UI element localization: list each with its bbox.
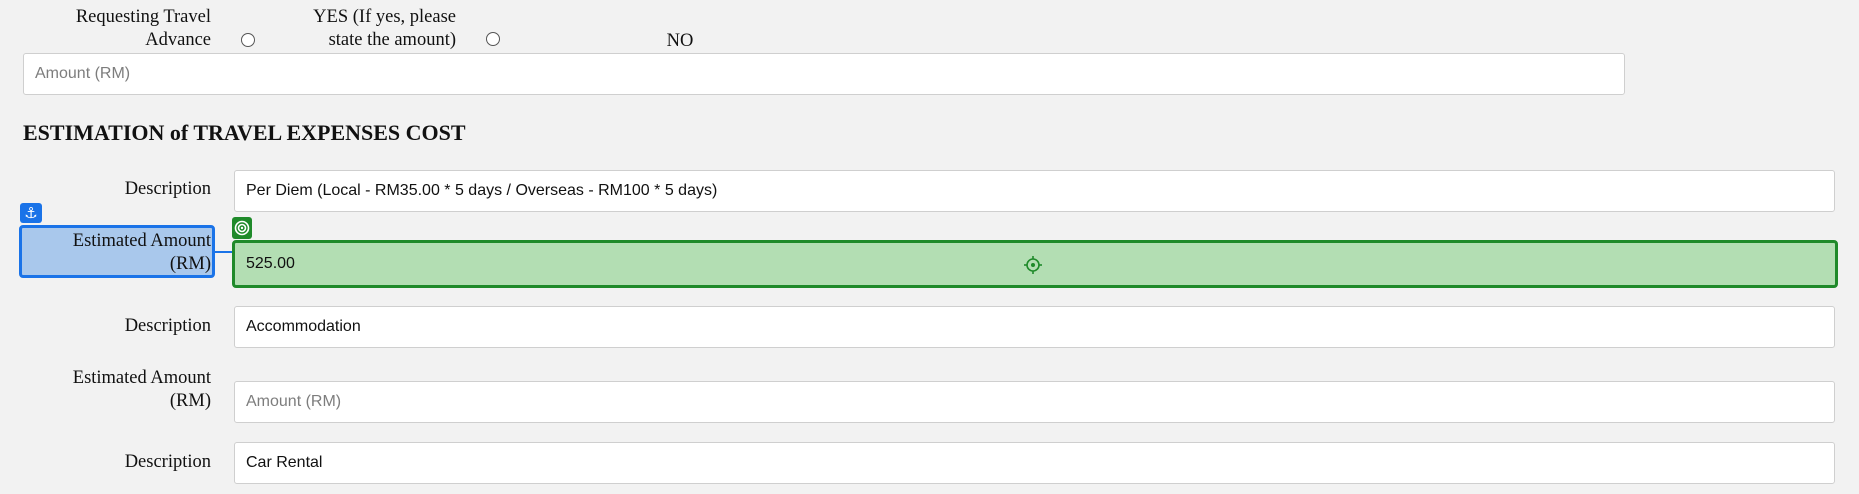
estimated-amount-label: Estimated Amount (RM) — [40, 367, 211, 413]
estimated-amount-label-line1: Estimated Amount — [72, 368, 211, 388]
description-label: Description — [124, 316, 211, 336]
description-input[interactable]: Car Rental — [234, 442, 1835, 484]
description-input[interactable]: Per Diem (Local - RM35.00 * 5 days / Ove… — [234, 170, 1835, 212]
anchor-target-connector — [215, 251, 232, 253]
estimated-amount-label-line2: (RM) — [169, 254, 211, 274]
travel-advance-yes-radio[interactable] — [241, 33, 255, 47]
travel-advance-amount-input[interactable]: Amount (RM) — [23, 53, 1625, 95]
description-input[interactable]: Accommodation — [234, 306, 1835, 348]
estimated-amount-label-line1: Estimated Amount — [72, 231, 211, 251]
crosshair-icon — [1024, 256, 1042, 274]
travel-advance-no-radio[interactable] — [486, 32, 500, 46]
travel-advance-label: Requesting Travel Advance — [40, 6, 211, 52]
description-label: Description — [124, 179, 211, 199]
yes-label-line1: YES (If yes, please — [313, 7, 456, 27]
estimated-amount-label-line2: (RM) — [169, 391, 211, 411]
estimated-amount-input[interactable]: Amount (RM) — [234, 381, 1835, 423]
travel-advance-label-line2: Advance — [145, 30, 211, 50]
estimated-amount-label: Estimated Amount (RM) — [40, 230, 211, 276]
yes-label-line2: state the amount) — [328, 30, 456, 50]
target-icon — [232, 217, 252, 239]
travel-advance-no-label: NO — [666, 31, 694, 51]
travel-advance-label-line1: Requesting Travel — [75, 7, 211, 27]
section-title: ESTIMATION of TRAVEL EXPENSES COST — [23, 120, 466, 145]
travel-advance-yes-label: YES (If yes, please state the amount) — [268, 6, 456, 52]
anchor-icon: ⚓ — [20, 203, 42, 223]
description-label: Description — [124, 452, 211, 472]
